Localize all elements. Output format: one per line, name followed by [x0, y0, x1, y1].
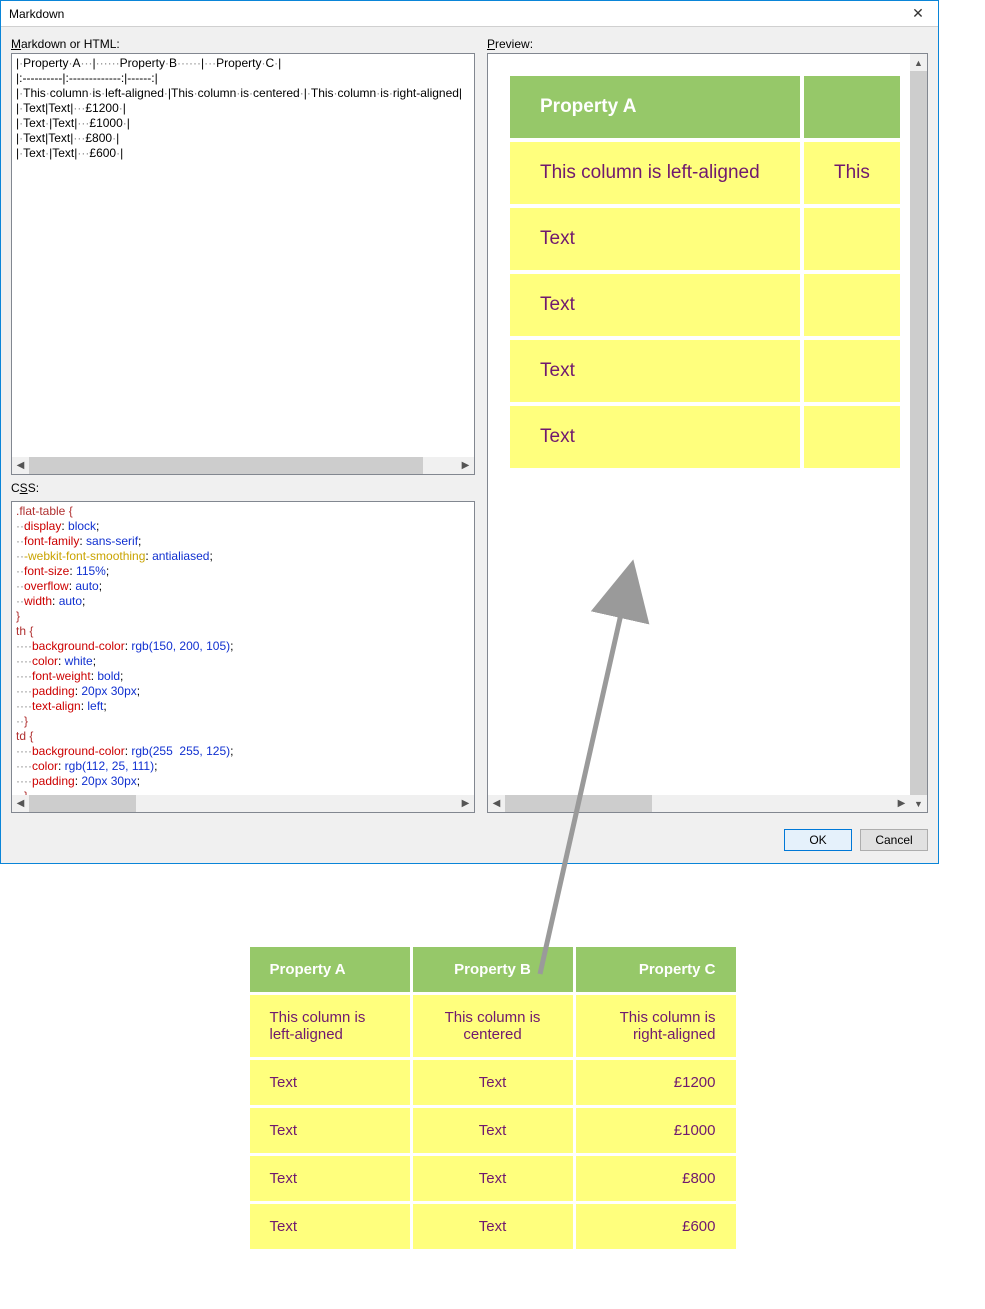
table-header: Property A	[250, 947, 410, 992]
scroll-down-icon[interactable]: ▼	[910, 795, 927, 812]
table-cell: Text	[250, 1060, 410, 1105]
preview-label: Preview:	[487, 37, 928, 51]
markdown-input[interactable]: |·Property·A···|······Property·B······|·…	[11, 53, 475, 475]
editor-line: td {	[16, 729, 470, 744]
table-cell: Text	[413, 1108, 573, 1153]
example-table: Property AProperty BProperty CThis colum…	[247, 944, 739, 1252]
css-label: CSS:	[11, 481, 475, 495]
scroll-right-icon[interactable]: ▶	[893, 795, 910, 812]
table-header	[804, 76, 900, 138]
scroll-right-icon[interactable]: ▶	[457, 795, 474, 812]
titlebar: Markdown ✕	[1, 1, 938, 27]
table-cell	[804, 274, 900, 336]
scroll-left-icon[interactable]: ◀	[12, 457, 29, 474]
table-row: TextText£1200	[250, 1060, 736, 1105]
scrollbar-vertical[interactable]: ▲ ▼	[910, 54, 927, 812]
editor-line: ····text-align: left;	[16, 699, 470, 714]
table-cell: This column is left-aligned	[510, 142, 800, 204]
editor-line: ··-webkit-font-smoothing: antialiased;	[16, 549, 470, 564]
table-header: Property C	[576, 947, 736, 992]
table-row: Text	[510, 340, 900, 402]
table-row: This column is left-alignedThis column i…	[250, 995, 736, 1057]
editor-line: .flat-table {	[16, 504, 470, 519]
editor-line: th {	[16, 624, 470, 639]
table-row: TextText£600	[250, 1204, 736, 1249]
editor-line: ····background-color: rgb(255 255, 125);	[16, 744, 470, 759]
table-cell: Text	[413, 1156, 573, 1201]
editor-line: ····font-weight: bold;	[16, 669, 470, 684]
dialog-body: Markdown or HTML: |·Property·A···|······…	[1, 27, 938, 823]
preview-pane: Property AThis column is left-alignedThi…	[487, 53, 928, 813]
dialog-buttons: OK Cancel	[1, 823, 938, 863]
dialog-title: Markdown	[9, 7, 64, 21]
table-row: TextText£800	[250, 1156, 736, 1201]
editor-line: ····padding: 20px 30px;	[16, 684, 470, 699]
markdown-label: Markdown or HTML:	[11, 37, 475, 51]
left-column: Markdown or HTML: |·Property·A···|······…	[11, 37, 475, 813]
table-row: Text	[510, 274, 900, 336]
close-icon[interactable]: ✕	[898, 1, 938, 27]
table-header: Property B	[413, 947, 573, 992]
scroll-up-icon[interactable]: ▲	[910, 54, 927, 71]
scrollbar-horizontal[interactable]: ◀ ▶	[12, 795, 474, 812]
table-cell: Text	[510, 208, 800, 270]
editor-line: |:----------|:-------------:|------:|	[16, 71, 470, 86]
table-cell: This	[804, 142, 900, 204]
example-section: Property AProperty BProperty CThis colum…	[0, 864, 985, 1272]
scroll-left-icon[interactable]: ◀	[12, 795, 29, 812]
scroll-left-icon[interactable]: ◀	[488, 795, 505, 812]
table-row: Text	[510, 208, 900, 270]
editor-line: ··width: auto;	[16, 594, 470, 609]
table-header: Property A	[510, 76, 800, 138]
table-cell: £1200	[576, 1060, 736, 1105]
editor-line: }	[16, 609, 470, 624]
table-cell	[804, 406, 900, 468]
table-cell	[804, 340, 900, 402]
editor-line: |·Text·|Text|···£1000·|	[16, 116, 470, 131]
ok-button[interactable]: OK	[784, 829, 852, 851]
table-cell: Text	[510, 340, 800, 402]
table-cell: Text	[413, 1060, 573, 1105]
editor-line: ····color: white;	[16, 654, 470, 669]
cancel-button[interactable]: Cancel	[860, 829, 928, 851]
editor-line: |·Text|Text|···£1200·|	[16, 101, 470, 116]
table-row: This column is left-alignedThis	[510, 142, 900, 204]
editor-line: ··display: block;	[16, 519, 470, 534]
scroll-right-icon[interactable]: ▶	[457, 457, 474, 474]
table-cell: Text	[510, 406, 800, 468]
editor-line: ····color: rgb(112, 25, 111);	[16, 759, 470, 774]
scrollbar-horizontal[interactable]: ◀ ▶	[488, 795, 910, 812]
editor-line: ··}	[16, 714, 470, 729]
table-cell: Text	[250, 1204, 410, 1249]
table-cell: Text	[413, 1204, 573, 1249]
table-cell: £1000	[576, 1108, 736, 1153]
editor-line: ····background-color: rgb(150, 200, 105)…	[16, 639, 470, 654]
table-cell: £800	[576, 1156, 736, 1201]
editor-line: ··font-size: 115%;	[16, 564, 470, 579]
preview-table: Property AThis column is left-alignedThi…	[506, 72, 904, 472]
table-cell: This column is right-aligned	[576, 995, 736, 1057]
editor-line: ··overflow: auto;	[16, 579, 470, 594]
table-cell: £600	[576, 1204, 736, 1249]
table-cell: Text	[510, 274, 800, 336]
editor-line: |·Text|Text|···£800·|	[16, 131, 470, 146]
right-column: Preview: Property AThis column is left-a…	[487, 37, 928, 813]
editor-line: ··font-family: sans-serif;	[16, 534, 470, 549]
editor-line: ····padding: 20px 30px;	[16, 774, 470, 789]
markdown-dialog: Markdown ✕ Markdown or HTML: |·Property·…	[0, 0, 939, 864]
css-input[interactable]: .flat-table {··display: block;··font-fam…	[11, 501, 475, 813]
table-cell: Text	[250, 1108, 410, 1153]
scrollbar-horizontal[interactable]: ◀ ▶	[12, 457, 474, 474]
editor-line: |·This·column·is·left-aligned·|This·colu…	[16, 86, 470, 101]
table-cell: Text	[250, 1156, 410, 1201]
editor-line: |·Property·A···|······Property·B······|·…	[16, 56, 470, 71]
table-cell: This column is centered	[413, 995, 573, 1057]
table-cell: This column is left-aligned	[250, 995, 410, 1057]
table-cell	[804, 208, 900, 270]
editor-line: |·Text·|Text|···£600·|	[16, 146, 470, 161]
table-row: TextText£1000	[250, 1108, 736, 1153]
table-row: Text	[510, 406, 900, 468]
